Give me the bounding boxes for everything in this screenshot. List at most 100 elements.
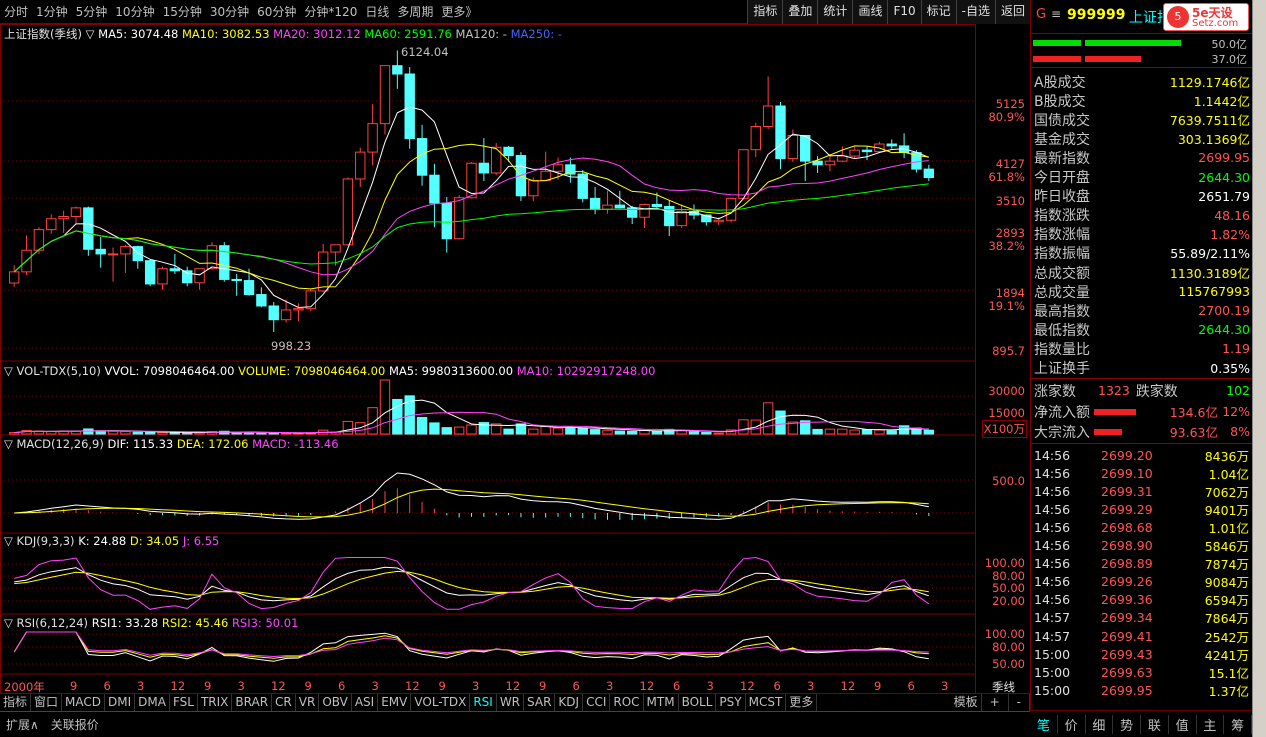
- indicator-tab[interactable]: MTM: [644, 694, 679, 711]
- indicator-tab[interactable]: 指标: [0, 694, 32, 711]
- tick-time: 15:00: [1034, 682, 1071, 698]
- volume-bar: [874, 429, 885, 435]
- tab-value[interactable]: 值: [1169, 714, 1197, 734]
- template-button[interactable]: 模板: [951, 694, 982, 711]
- indicator-tab[interactable]: OBV: [319, 694, 352, 711]
- x-axis-tick: 9: [70, 679, 78, 693]
- volume-bar: [824, 428, 836, 435]
- zoom-in-button[interactable]: +: [982, 694, 1009, 711]
- vol-legend: ▽ VOL-TDX(5,10) VVOL: 7098046464.00 VOLU…: [4, 364, 655, 378]
- ratio-bar-green: [1033, 40, 1081, 46]
- tab-detail[interactable]: 细: [1086, 714, 1114, 734]
- indicator-tab[interactable]: VOL-TDX: [411, 694, 471, 711]
- ma10-label: MA10: 3082.53: [182, 27, 270, 41]
- expand-button[interactable]: 扩展∧: [0, 716, 45, 733]
- side-toolbar-strip[interactable]: [1252, 0, 1266, 737]
- period-tab[interactable]: 15分钟: [159, 0, 206, 24]
- indicator-tab[interactable]: ROC: [610, 694, 644, 711]
- volume-bar: [120, 431, 131, 435]
- quote-row: 指数涨跌 48.16: [1031, 206, 1253, 225]
- macd-title: ▽ MACD(12,26,9): [4, 437, 104, 451]
- ma5-label: MA5: 3074.48: [98, 27, 179, 41]
- volume-bar: [886, 430, 897, 435]
- candle-body: [886, 143, 897, 147]
- indicator-tab[interactable]: PSY: [716, 694, 746, 711]
- indicator-tab[interactable]: 窗口: [31, 694, 63, 711]
- back-button[interactable]: 返回: [994, 0, 1030, 24]
- quote-row: 指数涨幅 1.82%: [1031, 225, 1253, 244]
- period-tab[interactable]: 多周期: [393, 0, 437, 24]
- indicator-tab[interactable]: BRAR: [232, 694, 273, 711]
- tab-main[interactable]: 主: [1197, 714, 1225, 734]
- tick-row: 14:56 2699.26 9084万: [1031, 573, 1253, 591]
- indicator-tab[interactable]: DMI: [105, 694, 136, 711]
- indicator-tab[interactable]: SAR: [524, 694, 556, 711]
- period-tab[interactable]: 分钟*120: [300, 0, 361, 24]
- indicator-tab[interactable]: TRIX: [198, 694, 233, 711]
- tick-time: 14:56: [1034, 592, 1071, 608]
- menu-icon[interactable]: ≡: [1051, 7, 1061, 21]
- draw-line-button[interactable]: 画线: [852, 0, 888, 24]
- rsi-axis-label: 100.00: [984, 627, 1025, 641]
- indicator-tab[interactable]: MCST: [746, 694, 787, 711]
- logo-site: Setz.com: [1192, 18, 1239, 29]
- stats-button[interactable]: 统计: [817, 0, 853, 24]
- indicator-tab[interactable]: WR: [497, 694, 525, 711]
- tab-trend[interactable]: 势: [1113, 714, 1141, 734]
- indicator-tab[interactable]: BOLL: [679, 694, 717, 711]
- related-quotes-button[interactable]: 关联报价: [45, 716, 105, 733]
- tick-volume: 4241万: [1204, 647, 1249, 663]
- f10-button[interactable]: F10: [887, 0, 921, 24]
- candle-body: [466, 162, 477, 199]
- volume-bar: [589, 429, 601, 435]
- ma250-label: MA250: -: [510, 27, 563, 41]
- period-tab[interactable]: 30分钟: [206, 0, 253, 24]
- more-indicators-tab[interactable]: 更多: [786, 694, 818, 711]
- indicator-tab[interactable]: EMV: [378, 694, 412, 711]
- tab-related[interactable]: 联: [1141, 714, 1169, 734]
- zoom-out-button[interactable]: -: [1009, 694, 1030, 711]
- period-tab[interactable]: 1分钟: [32, 0, 72, 24]
- up-count: 1323: [1098, 383, 1130, 398]
- volume-bar: [107, 430, 119, 435]
- period-tab[interactable]: 日线: [361, 0, 393, 24]
- period-tab[interactable]: 10分钟: [111, 0, 158, 24]
- more-periods-button[interactable]: 更多》: [437, 0, 481, 24]
- overlay-button[interactable]: 叠加: [782, 0, 818, 24]
- x-axis-tick: 12: [505, 679, 521, 693]
- indicator-tab[interactable]: KDJ: [555, 694, 584, 711]
- ratio-bar-green: [1085, 40, 1181, 46]
- quote-row-label: 最新指数: [1034, 150, 1090, 167]
- indicator-tab[interactable]: FSL: [170, 694, 198, 711]
- x-axis-tick: 3: [807, 679, 815, 693]
- indicator-tab[interactable]: ASI: [352, 694, 379, 711]
- low-price-label: 998.23: [271, 339, 312, 353]
- period-tab[interactable]: 5分钟: [72, 0, 112, 24]
- tick-row: 14:56 2699.10 1.04亿: [1031, 464, 1253, 482]
- quote-header: G ≡ 999999 上证指数 5 5e天设 Setz.com: [1031, 0, 1253, 34]
- k-line: [14, 566, 929, 602]
- indicator-tab-active[interactable]: RSI: [470, 694, 497, 711]
- period-tab[interactable]: 分时: [0, 0, 32, 24]
- indicator-tab[interactable]: MACD: [62, 694, 106, 711]
- tick-row: 14:56 2698.68 1.01亿: [1031, 518, 1253, 536]
- chart-canvas[interactable]: [0, 24, 1030, 695]
- tab-trades[interactable]: 笔: [1030, 714, 1058, 734]
- indicator-tab[interactable]: CCI: [583, 694, 611, 711]
- volume-bar: [713, 432, 724, 435]
- watchlist-button[interactable]: -自选: [955, 0, 995, 24]
- volume-bar: [577, 427, 588, 435]
- period-tab[interactable]: 60分钟: [253, 0, 300, 24]
- tick-volume: 5846万: [1204, 539, 1249, 554]
- indicator-tab[interactable]: DMA: [135, 694, 170, 711]
- candle-body: [478, 162, 490, 174]
- indicator-tab[interactable]: VR: [296, 694, 320, 711]
- tab-chips[interactable]: 筹: [1224, 714, 1252, 734]
- tab-price[interactable]: 价: [1058, 714, 1086, 734]
- indicator-button[interactable]: 指标: [747, 0, 783, 24]
- mark-button[interactable]: 标记: [920, 0, 956, 24]
- candle-body: [256, 294, 267, 307]
- chart-area[interactable]: 上证指数(季线) ▽ MA5: 3074.48 MA10: 3082.53 MA…: [0, 24, 1030, 695]
- indicator-tab[interactable]: CR: [272, 694, 296, 711]
- candle-body: [169, 268, 181, 272]
